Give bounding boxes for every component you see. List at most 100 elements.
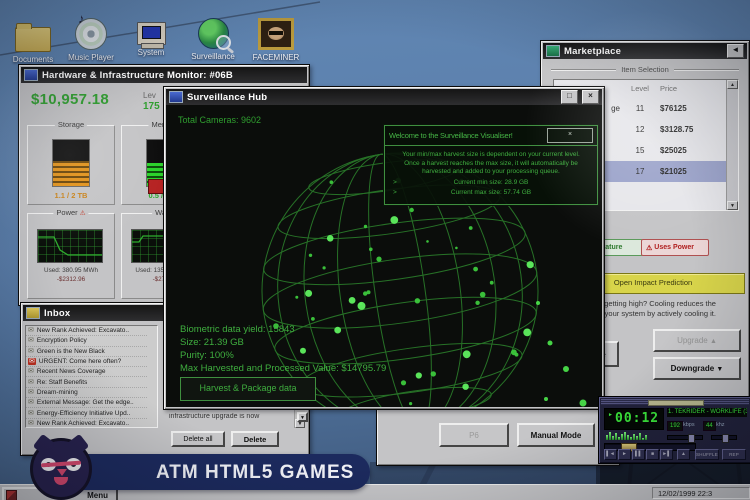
upgrade-button[interactable]: Upgrade ▲: [653, 329, 741, 352]
stop-button[interactable]: ■: [646, 449, 659, 460]
mail-icon: ✉: [28, 420, 34, 427]
item-level: 11: [620, 104, 660, 113]
spectrum-bar: [642, 438, 644, 440]
downgrade-button[interactable]: Downgrade ▼: [653, 357, 741, 380]
mail-subject: New Rank Achieved: Excavato..: [37, 420, 129, 427]
mail-icon-urgent: ✉: [28, 358, 36, 365]
mail-body-text: infrastructure upgrade is now: [169, 413, 297, 420]
inbox-item[interactable]: ✉Dream-mining: [26, 388, 147, 398]
spectrum-bar: [618, 437, 620, 440]
window-button[interactable]: ◄: [727, 44, 744, 58]
delete-all-button[interactable]: Delete all: [171, 431, 225, 447]
spectrum-bar: [606, 435, 608, 440]
dialog-body-line: Your min/max harvest size is dependent o…: [393, 151, 589, 160]
scroll-down-button[interactable]: ▼: [727, 201, 738, 210]
play-indicator-icon: ►: [608, 412, 613, 418]
frequency-unit: khz: [716, 422, 725, 428]
cd-icon: ♪: [75, 18, 107, 50]
inbox-item[interactable]: ✉URGENT: Come here often?: [26, 357, 147, 367]
manual-mode-button[interactable]: Manual Mode: [517, 423, 595, 447]
cat-mascot-logo: [30, 438, 92, 500]
close-button[interactable]: ×: [582, 90, 599, 104]
desktop-icon-faceminer[interactable]: FACEMINER: [248, 18, 304, 62]
inbox-item[interactable]: ✉Energy-Efficiency Initiative Upd..: [26, 408, 147, 418]
delete-button[interactable]: Delete: [231, 431, 279, 447]
balance-slider[interactable]: [711, 435, 737, 440]
frequency-value: 44: [703, 421, 716, 431]
spectrum-bar: [612, 436, 614, 440]
face-photo-icon: [258, 18, 294, 50]
dialog-close-button[interactable]: ×: [547, 128, 593, 143]
storage-bar: [52, 139, 90, 187]
inbox-item[interactable]: ✉Re: Staff Benefits: [26, 377, 147, 387]
music-player: ► 00:12 1. TEKRIDER - WORKLIFE (3:4 192 …: [598, 396, 750, 464]
icon-label: FACEMINER: [248, 53, 304, 62]
power-cost: -$2312.96: [28, 276, 114, 283]
icon-label: System: [123, 48, 179, 57]
mail-icon: ✉: [28, 410, 34, 417]
player-titlebar[interactable]: [601, 399, 749, 405]
pause-button[interactable]: ▌▌: [632, 449, 645, 460]
item-level: 17: [620, 167, 660, 176]
storage-value: 1.1 / 2 TB: [28, 191, 114, 200]
desktop-icon-surveillance[interactable]: Surveillance: [185, 18, 241, 61]
prompt-arrow-icon: >: [393, 189, 397, 196]
total-cameras-label: Total Cameras: 9602: [178, 115, 261, 125]
hardware-monitor-titlebar[interactable]: Hardware & Infrastructure Monitor: #06B: [21, 67, 307, 83]
mail-subject: New Rank Achieved: Excavato..: [37, 327, 129, 334]
desktop-icon-system[interactable]: System: [123, 18, 179, 57]
item-price: $3128.75: [660, 125, 724, 134]
watermark-text: ATM HTML5 GAMES: [156, 462, 354, 484]
play-button[interactable]: ►: [618, 449, 631, 460]
inbox-item[interactable]: ✉New Rank Achieved: Excavato..: [26, 419, 147, 428]
mascot-mouth: [54, 477, 68, 485]
processing-window: P6 Manual Mode: [376, 406, 620, 466]
desktop-icon-music-player[interactable]: ♪ Music Player: [63, 18, 119, 62]
eject-button[interactable]: ▲: [677, 449, 690, 460]
desktop-icon-documents[interactable]: Documents: [5, 18, 61, 64]
spectrum-bar: [639, 433, 641, 440]
restore-button[interactable]: □: [561, 90, 578, 104]
harvest-package-button[interactable]: Harvest & Package data: [180, 377, 316, 401]
repeat-toggle[interactable]: REP: [722, 449, 746, 460]
mail-subject: Encryption Policy: [37, 337, 87, 344]
monitor-window-icon: [24, 69, 38, 81]
price-column-header: Price: [660, 84, 724, 93]
marketplace-titlebar[interactable]: Marketplace ◄: [543, 43, 747, 59]
marketplace-scrollbar[interactable]: ▲ ▼: [726, 80, 738, 210]
surveillance-viewport: Total Cameras: 9602 Welcome to the Surve…: [166, 105, 602, 407]
mail-icon: ✉: [28, 368, 34, 375]
inbox-item[interactable]: ✉New Rank Achieved: Excavato..: [26, 326, 147, 336]
taskbar-clock: 12/02/1999 22:3: [652, 487, 750, 499]
spectrum-bar: [636, 436, 638, 440]
spectrum-bar: [609, 432, 611, 440]
secondary-mode-button[interactable]: P6: [439, 423, 509, 447]
spectrum-bar: [615, 433, 617, 440]
item-level: 12: [620, 125, 660, 134]
spectrum-bar: [645, 435, 647, 440]
storage-label: Storage: [55, 120, 87, 129]
harvest-purity: Purity: 100%: [180, 349, 386, 362]
screen: Documents ♪ Music Player System Surveill…: [0, 0, 750, 500]
music-note-icon: ♪: [78, 11, 85, 26]
window-title: Surveillance Hub: [187, 92, 557, 103]
shuffle-toggle[interactable]: SHUFFLE: [695, 449, 719, 460]
power-group: Power ⚠ Used: 380.95 MWh -$2312.96: [27, 213, 115, 299]
mail-subject: Energy-Efficiency Initiative Upd..: [37, 410, 130, 417]
mail-icon: ✉: [28, 399, 34, 406]
warning-icon: ⚠: [646, 244, 652, 252]
inbox-item[interactable]: ✉Encryption Policy: [26, 336, 147, 346]
inbox-item[interactable]: ✉Green is the New Black: [26, 347, 147, 357]
previous-button[interactable]: ▌◄: [604, 449, 617, 460]
next-button[interactable]: ►▌: [660, 449, 673, 460]
min-size-value: Current min size: 28.9 GB: [393, 179, 589, 188]
surveillance-titlebar[interactable]: Surveillance Hub □ ×: [166, 89, 602, 105]
volume-slider[interactable]: [667, 435, 703, 440]
level-column-header: Level: [620, 84, 660, 93]
scroll-up-button[interactable]: ▲: [727, 80, 738, 89]
inbox-item[interactable]: ✉Recent News Coverage: [26, 367, 147, 377]
inbox-item[interactable]: ✉External Message: Get the edge..: [26, 398, 147, 408]
mail-scroll-down-button[interactable]: ▼: [297, 412, 308, 422]
item-price: $21025: [660, 167, 724, 176]
mascot-nose: [57, 469, 67, 476]
